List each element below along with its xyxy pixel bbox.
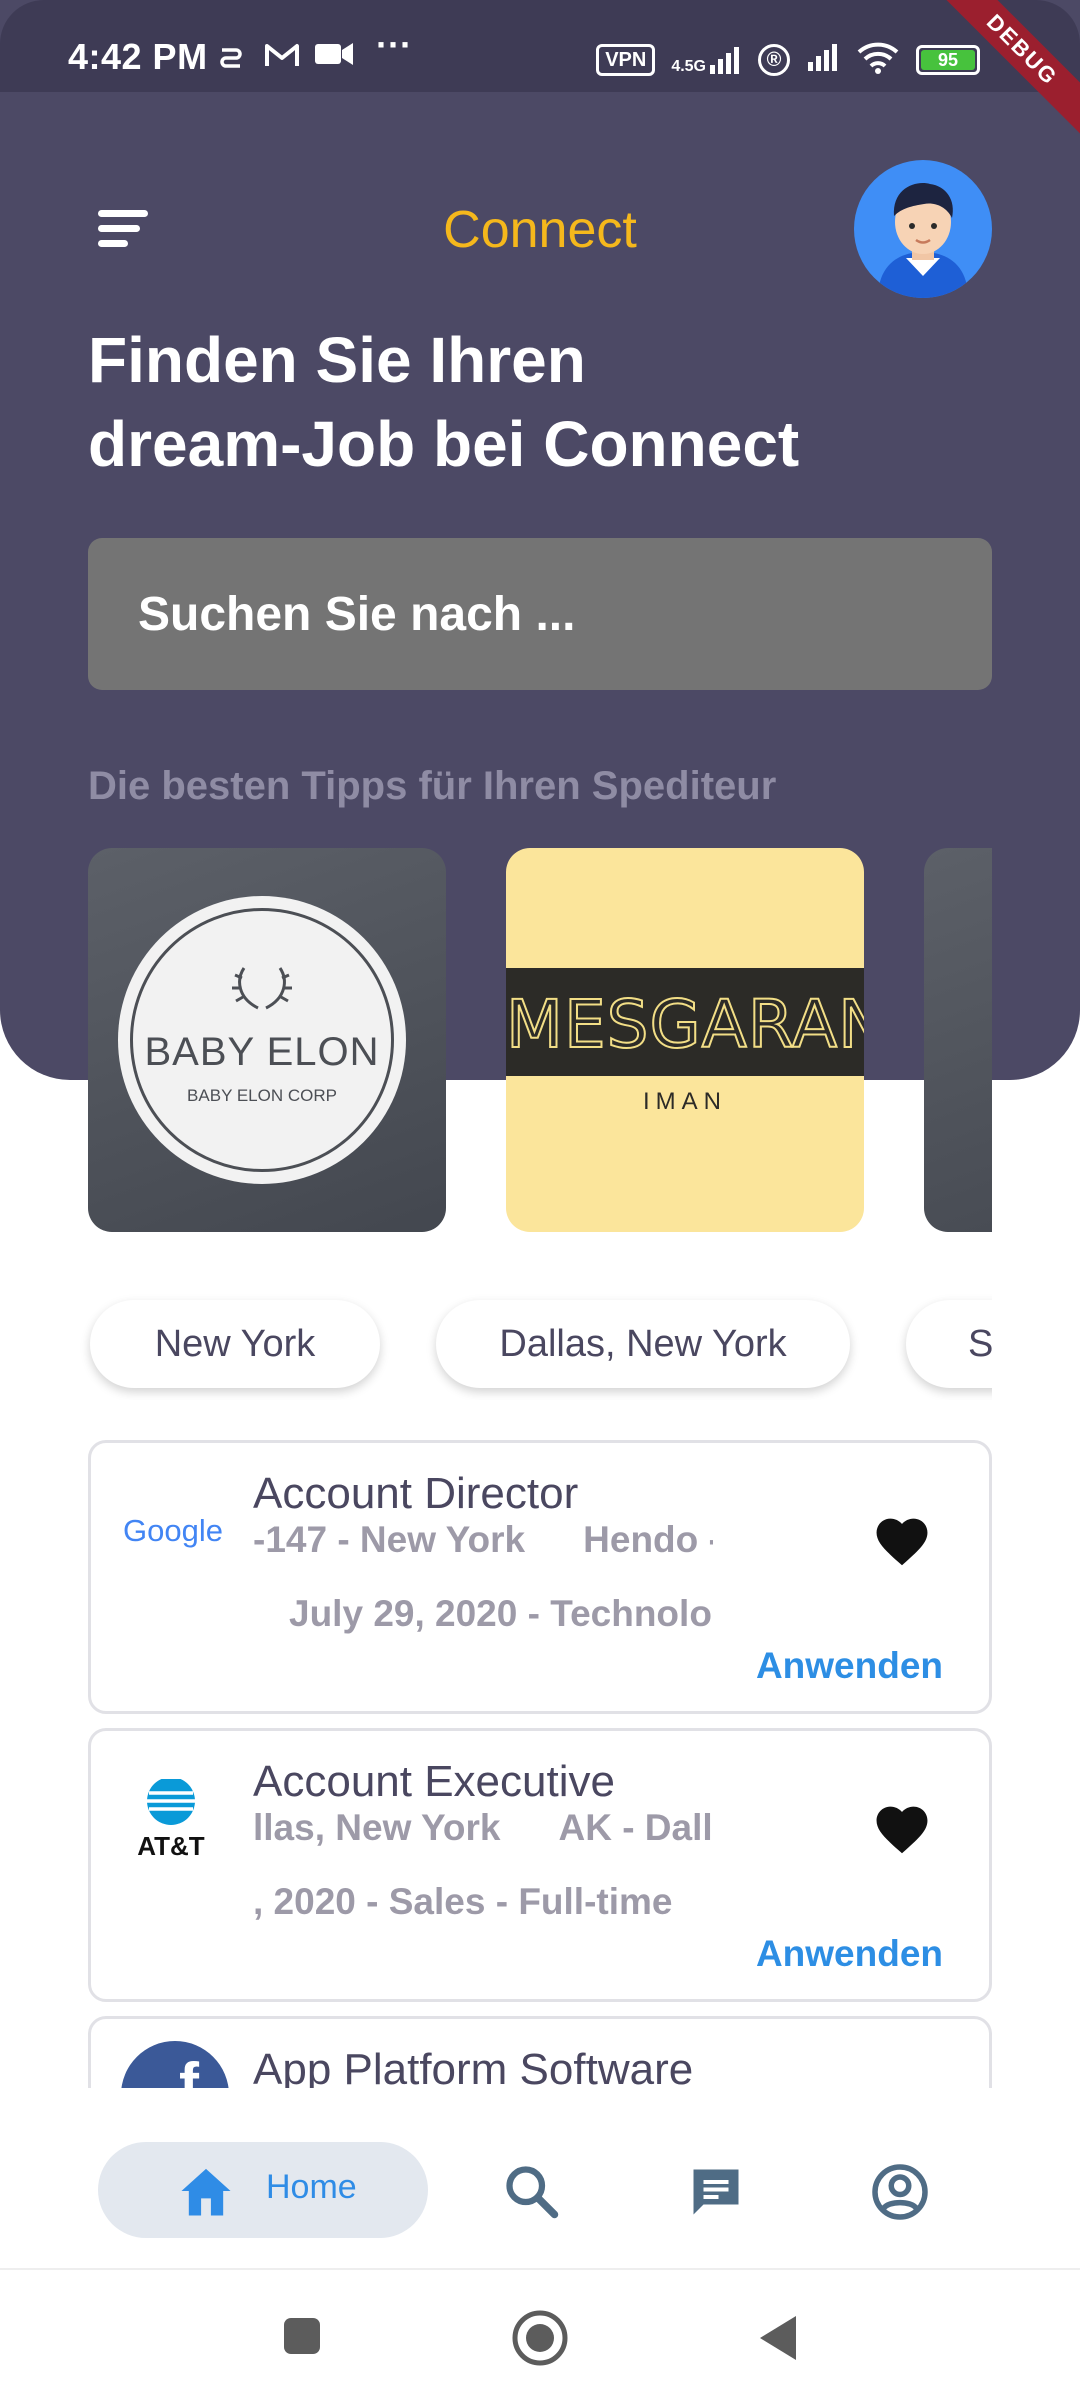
back-icon[interactable]: [756, 2314, 800, 2362]
status-bar: 4:42 PM ··· VPN 4.5G ® 95 DEBUG: [0, 0, 1080, 148]
job-meta: July 29, 2020 - Technolo: [289, 1593, 712, 1634]
home-icon: [181, 2168, 231, 2216]
search-input[interactable]: [138, 538, 938, 690]
job-title: Account Director: [253, 1469, 579, 1518]
svg-text:Google: Google: [123, 1513, 223, 1548]
avatar-illustration: [878, 183, 968, 298]
vpn-badge: VPN: [596, 43, 656, 76]
company-name: BABY ELON: [144, 1030, 380, 1074]
tips-section-title: Die besten Tipps für Ihren Spediteur: [88, 764, 777, 808]
job-location-company: AK - Dalla: [558, 1807, 713, 1848]
google-logo: Google: [119, 1491, 229, 1571]
system-navigation-bar: [0, 2268, 1080, 2400]
signal-icon: 4.5G: [671, 45, 742, 75]
svg-text:f: f: [179, 2051, 200, 2088]
job-list: Google Account Director -147 - New York H…: [88, 1440, 992, 2088]
location-chips: New York Dallas, New York S: [80, 1290, 992, 1400]
battery-icon: 95: [916, 44, 980, 75]
apply-button[interactable]: Anwenden: [756, 1645, 943, 1687]
job-title: Account Executive: [253, 1757, 615, 1806]
search-box[interactable]: [88, 538, 992, 690]
job-card[interactable]: f App Platform Software: [88, 2016, 992, 2088]
mail-icon: [264, 40, 300, 76]
job-location: -147 - New York Hendo -: [253, 1519, 713, 1561]
baby-elon-logo: BABY ELON BABY ELON CORP: [118, 896, 406, 1184]
hero-heading: Finden Sie Ihren dream-Job bei Connect: [88, 318, 988, 486]
job-location-city: llas, New York: [253, 1807, 501, 1848]
location-chip[interactable]: S: [906, 1300, 992, 1388]
status-right: VPN 4.5G ® 95: [596, 40, 980, 79]
company-subtitle: IMAN: [643, 1088, 727, 1115]
company-carousel[interactable]: BABY ELON BABY ELON CORP MESGARAN IMAN: [88, 848, 992, 1234]
status-time: 4:42 PM: [68, 36, 208, 77]
job-card[interactable]: Google Account Director -147 - New York H…: [88, 1440, 992, 1714]
facebook-logo: f: [119, 2039, 229, 2088]
hero-heading-line1: Finden Sie Ihren: [88, 324, 586, 396]
registered-icon: ®: [758, 43, 790, 76]
mesgaran-logo-band: MESGARAN: [506, 968, 864, 1076]
sync-icon: [218, 40, 244, 78]
job-location-city: -147 - New York: [253, 1519, 526, 1560]
apply-button[interactable]: Anwenden: [756, 1933, 943, 1975]
job-title: App Platform Software: [253, 2045, 694, 2088]
nav-home-button[interactable]: Home: [98, 2142, 428, 2238]
search-icon[interactable]: [502, 2162, 562, 2222]
nav-home-label: Home: [266, 2168, 357, 2206]
company-subtitle: BABY ELON CORP: [187, 1086, 337, 1105]
home-system-icon[interactable]: [512, 2310, 568, 2366]
job-card[interactable]: AT&T Account Executive llas, New York AK …: [88, 1728, 992, 2002]
company-card-baby-elon[interactable]: BABY ELON BABY ELON CORP: [88, 848, 446, 1232]
favorite-icon[interactable]: [871, 1799, 933, 1855]
location-chip[interactable]: Dallas, New York: [436, 1300, 850, 1388]
job-meta: , 2020 - Sales - Full-time: [253, 1881, 673, 1922]
company-card-partial[interactable]: [924, 848, 992, 1232]
more-notifications-icon: ···: [376, 24, 412, 65]
company-card-mesgaran[interactable]: MESGARAN IMAN: [506, 848, 864, 1232]
wifi-icon: [856, 40, 900, 79]
location-chip[interactable]: New York: [90, 1300, 380, 1388]
signal-icon-2: [806, 42, 840, 77]
chat-icon[interactable]: [686, 2162, 746, 2222]
company-name: MESGARAN: [506, 985, 864, 1064]
bottom-navigation: Home: [0, 2096, 1080, 2268]
svg-text:AT&T: AT&T: [137, 1831, 205, 1861]
hero-heading-line2: dream-Job bei Connect: [88, 408, 800, 480]
job-location-company: Hendo -: [583, 1519, 713, 1560]
laurel-icon: [232, 967, 292, 1010]
account-icon[interactable]: [870, 2162, 930, 2222]
video-icon: [314, 40, 354, 74]
avatar[interactable]: [854, 160, 992, 298]
favorite-icon[interactable]: [871, 1511, 933, 1567]
recent-apps-icon[interactable]: [282, 2316, 322, 2356]
job-location: llas, New York AK - Dalla: [253, 1807, 713, 1849]
att-logo: AT&T: [119, 1777, 229, 1861]
